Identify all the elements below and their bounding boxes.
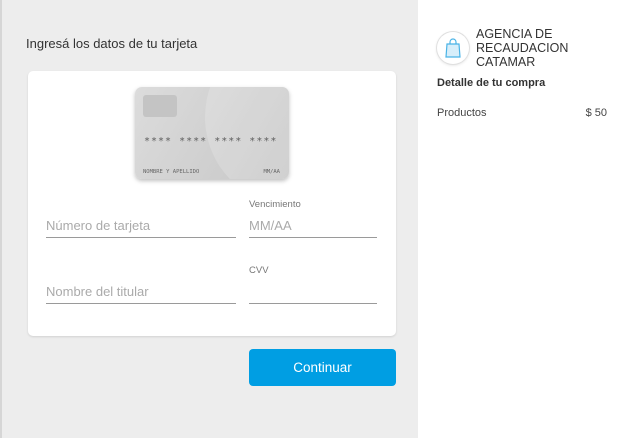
product-price: $ 50 (585, 107, 607, 119)
holder-name-placeholder: Nombre del titular (46, 284, 149, 299)
cvv-label: CVV (249, 265, 269, 276)
card-preview-expiry: MM/AA (263, 169, 280, 175)
card-number-placeholder: Número de tarjeta (46, 218, 151, 233)
expiry-field[interactable]: Vencimiento MM/AA (249, 197, 377, 238)
card-form-panel: **** **** **** **** NOMBRE Y APELLIDO MM… (28, 71, 396, 336)
shopping-bag-icon (445, 38, 461, 58)
payment-form-area: Ingresá los datos de tu tarjeta **** ***… (0, 0, 418, 438)
card-preview-number: **** **** **** **** (144, 136, 278, 147)
merchant-logo (437, 32, 469, 64)
purchase-detail-title: Detalle de tu compra (437, 77, 546, 89)
product-label: Productos (437, 107, 487, 119)
merchant-name: AGENCIA DE RECAUDACION CATAMAR (476, 27, 569, 69)
expiry-placeholder: MM/AA (249, 218, 292, 233)
card-decoration (205, 87, 289, 179)
cvv-field[interactable]: CVV (249, 263, 377, 304)
holder-name-field[interactable]: Nombre del titular (46, 263, 236, 304)
purchase-summary-sidebar: AGENCIA DE RECAUDACION CATAMAR Detalle d… (418, 0, 625, 438)
card-number-field[interactable]: Número de tarjeta (46, 197, 236, 238)
form-title: Ingresá los datos de tu tarjeta (26, 36, 198, 51)
continue-button[interactable]: Continuar (249, 349, 396, 386)
card-preview: **** **** **** **** NOMBRE Y APELLIDO MM… (135, 87, 289, 179)
card-preview-name: NOMBRE Y APELLIDO (143, 169, 200, 175)
card-chip (143, 95, 177, 117)
expiry-label: Vencimiento (249, 199, 301, 210)
